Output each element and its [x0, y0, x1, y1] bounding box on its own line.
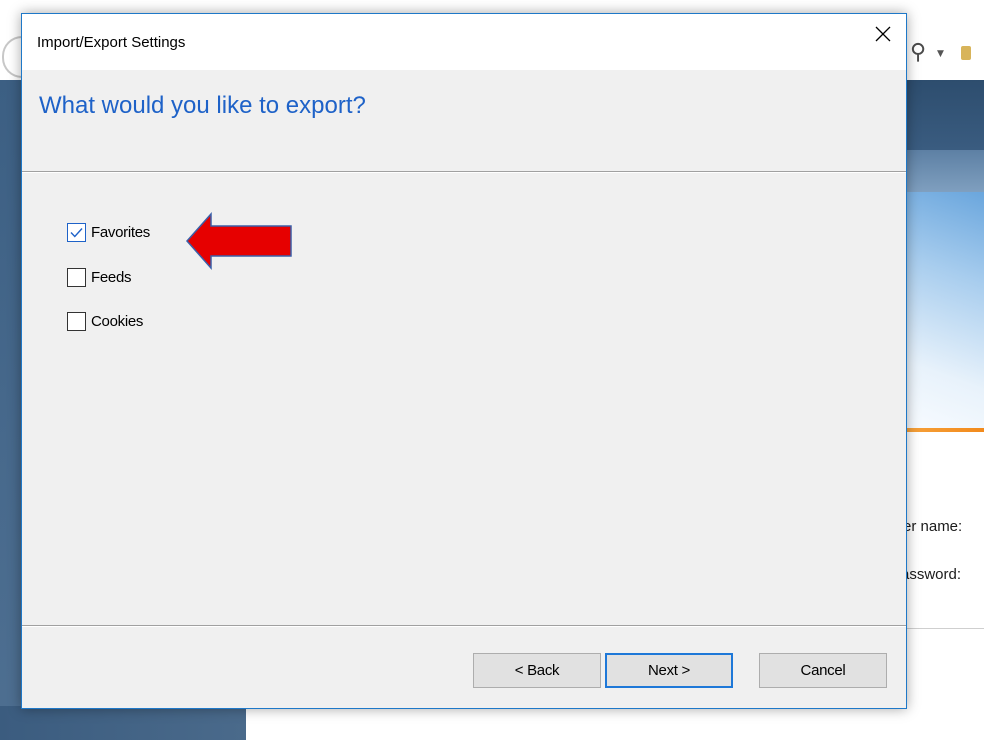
background-divider	[906, 628, 984, 629]
option-cookies[interactable]: Cookies	[67, 312, 143, 331]
favorites-checkbox[interactable]	[67, 223, 86, 242]
option-favorites[interactable]: Favorites	[67, 223, 150, 242]
background-page-header	[906, 80, 984, 150]
back-button[interactable]: < Back	[473, 653, 601, 688]
checkmark-icon	[70, 228, 83, 238]
header-divider-highlight	[22, 172, 906, 173]
background-page-hero	[906, 192, 984, 428]
footer-divider-highlight	[22, 626, 906, 627]
dialog-titlebar: Import/Export Settings	[22, 14, 906, 70]
cancel-button[interactable]: Cancel	[759, 653, 887, 688]
import-export-dialog: Import/Export Settings What would you li…	[21, 13, 907, 709]
search-icon: ⚲	[910, 40, 927, 65]
feeds-label: Feeds	[91, 269, 132, 286]
background-username-label: er name:	[903, 518, 963, 535]
background-window-edge	[0, 80, 22, 740]
close-button[interactable]	[860, 14, 906, 54]
dialog-title: Import/Export Settings	[37, 34, 186, 51]
feeds-checkbox[interactable]	[67, 268, 86, 287]
background-accent-line	[906, 428, 984, 432]
option-feeds[interactable]: Feeds	[67, 268, 132, 287]
red-arrow-annotation	[185, 212, 292, 270]
close-icon	[875, 26, 891, 42]
cookies-label: Cookies	[91, 313, 144, 330]
background-password-label: assword:	[901, 566, 962, 583]
background-page-nav	[906, 150, 984, 192]
lock-icon	[961, 46, 971, 60]
next-button[interactable]: Next >	[605, 653, 733, 688]
cookies-checkbox[interactable]	[67, 312, 86, 331]
chevron-down-icon: ▼	[937, 49, 944, 59]
page-heading: What would you like to export?	[39, 92, 366, 119]
background-window-footer	[0, 706, 246, 740]
favorites-label: Favorites	[91, 224, 150, 241]
background-back-button	[2, 36, 22, 78]
